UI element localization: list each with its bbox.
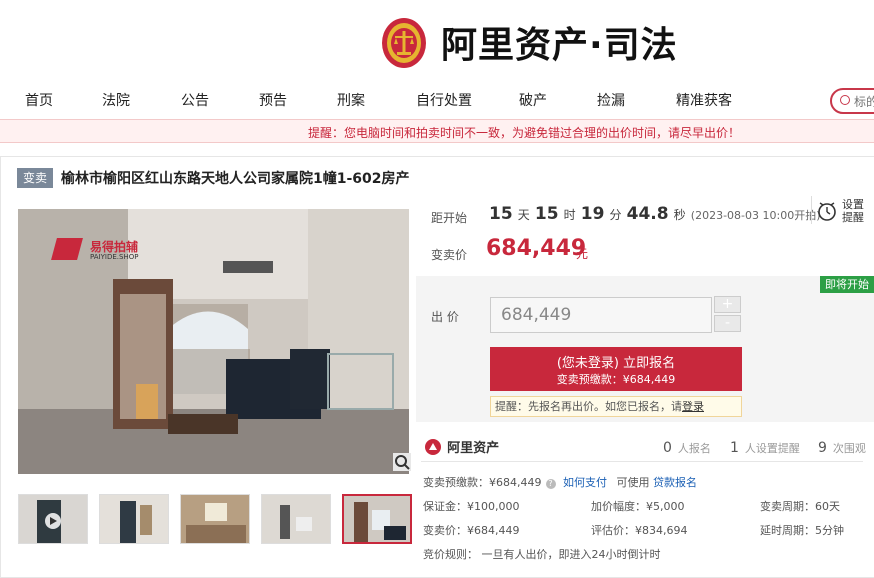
time-mismatch-notice: 提醒：您电脑时间和拍卖时间不一致，为避免错过合理的出价时间，请尽早出价！: [0, 119, 874, 143]
countdown-hours: 15: [534, 204, 559, 224]
nav-item-bankruptcy[interactable]: 破产: [519, 90, 547, 110]
thumbnail-photo[interactable]: [180, 494, 250, 544]
login-tip-text: 提醒：先报名再出价。如您已报名，请: [495, 400, 682, 413]
bid-amount-input[interactable]: 684,449: [490, 297, 712, 333]
thumbnail-video[interactable]: [18, 494, 88, 544]
search-icon[interactable]: [840, 95, 850, 105]
main-property-photo[interactable]: 易得拍辅 PAIYIDE.SHOP: [18, 209, 409, 474]
price-label: 变卖价: [431, 248, 468, 262]
main-nav: 首页 法院 公告 预告 刑案 自行处置 破产 捡漏 精准获客: [0, 84, 874, 116]
countdown-seconds: 44.8: [626, 204, 669, 224]
current-price: 684,449: [486, 236, 587, 261]
bid-decrease-button[interactable]: -: [714, 315, 741, 332]
brand-title[interactable]: 阿里资产·司法: [441, 16, 678, 68]
thumbnail-photo[interactable]: [99, 494, 169, 544]
thumbnail-photo-selected[interactable]: [342, 494, 412, 544]
nav-item-home[interactable]: 首页: [25, 90, 53, 110]
loan-signup-link[interactable]: 贷款报名: [653, 476, 697, 489]
court-emblem-icon: [382, 18, 426, 68]
ali-assets-logo: 阿里资产: [424, 436, 499, 456]
search-box[interactable]: [830, 88, 874, 114]
how-to-pay-link[interactable]: 如何支付: [563, 476, 607, 489]
view-count: 9 次围观: [818, 440, 866, 456]
nav-item-court[interactable]: 法院: [102, 90, 130, 110]
alarm-clock-icon: [818, 202, 836, 221]
set-reminder-button[interactable]: 设置 提醒: [811, 196, 867, 226]
countdown-seconds-unit: 秒: [673, 208, 686, 222]
nav-item-criminal[interactable]: 刑案: [337, 90, 365, 110]
nav-item-preview[interactable]: 预告: [259, 90, 287, 110]
login-link[interactable]: 登录: [682, 400, 704, 413]
bid-label: 出 价: [431, 310, 459, 324]
register-deposit-label: 变卖预缴款：¥684,449: [556, 373, 676, 386]
nav-item-announcement[interactable]: 公告: [181, 90, 209, 110]
nav-item-bargain[interactable]: 捡漏: [597, 90, 625, 110]
auction-start-time: (2023-08-03 10:00开拍): [690, 209, 821, 222]
reminder-label-2: 提醒: [842, 211, 864, 224]
bid-increase-button[interactable]: +: [714, 296, 741, 313]
help-icon[interactable]: ?: [545, 479, 556, 489]
bond-info: 保证金：¥100,000: [423, 500, 520, 513]
increment-info: 加价幅度：¥5,000: [591, 500, 685, 513]
countdown-timer: 15 天 15 时 19 分 44.8 秒 (2023-08-03 10:00开…: [489, 204, 821, 224]
appraisal-info: 评估价：¥834,694: [591, 524, 688, 537]
price-unit: 元: [576, 247, 589, 261]
bidding-rule: 竞价规则： 一旦有人出价，即进入24小时倒计时: [423, 548, 661, 561]
reminder-count: 1 人设置提醒: [730, 440, 800, 456]
ali-assets-label: 阿里资产: [447, 441, 500, 456]
countdown-hours-unit: 时: [563, 208, 576, 222]
nav-item-precise-leads[interactable]: 精准获客: [676, 90, 732, 110]
login-tip: 提醒：先报名再出价。如您已报名，请登录: [490, 396, 742, 417]
deposit-info: 变卖预缴款：¥684,449? 如何支付 可使用 贷款报名: [423, 476, 697, 489]
countdown-label: 距开始: [431, 211, 468, 225]
period-info: 变卖周期：60天: [760, 500, 840, 513]
register-button-label: (您未登录) 立即报名: [556, 356, 676, 371]
zoom-icon[interactable]: [393, 453, 411, 471]
thumbnail-photo[interactable]: [261, 494, 331, 544]
ali-assets-icon: [425, 438, 441, 455]
status-badge: 即将开始: [820, 276, 874, 293]
sale-type-badge: 变卖: [17, 168, 53, 188]
search-input[interactable]: [854, 93, 874, 111]
countdown-days: 15: [489, 204, 513, 224]
delay-info: 延时周期：5分钟: [760, 524, 844, 537]
countdown-minutes: 19: [580, 204, 605, 224]
notice-text: 提醒：您电脑时间和拍卖时间不一致，为避免错过合理的出价时间，请尽早出价！: [308, 126, 741, 140]
divider: [421, 461, 863, 462]
countdown-days-unit: 天: [517, 208, 530, 222]
watermark-subtext: PAIYIDE.SHOP: [90, 253, 139, 261]
countdown-minutes-unit: 分: [609, 208, 622, 222]
site-header: 阿里资产·司法: [0, 0, 874, 80]
signup-count: 0 人报名: [663, 440, 711, 456]
sale-price-info: 变卖价：¥684,449: [423, 524, 520, 537]
nav-item-self-disposal[interactable]: 自行处置: [416, 90, 472, 110]
listing-title: 榆林市榆阳区红山东路天地人公司家属院1幢1-602房产: [61, 171, 410, 187]
register-now-button[interactable]: (您未登录) 立即报名 变卖预缴款：¥684,449: [490, 347, 742, 391]
